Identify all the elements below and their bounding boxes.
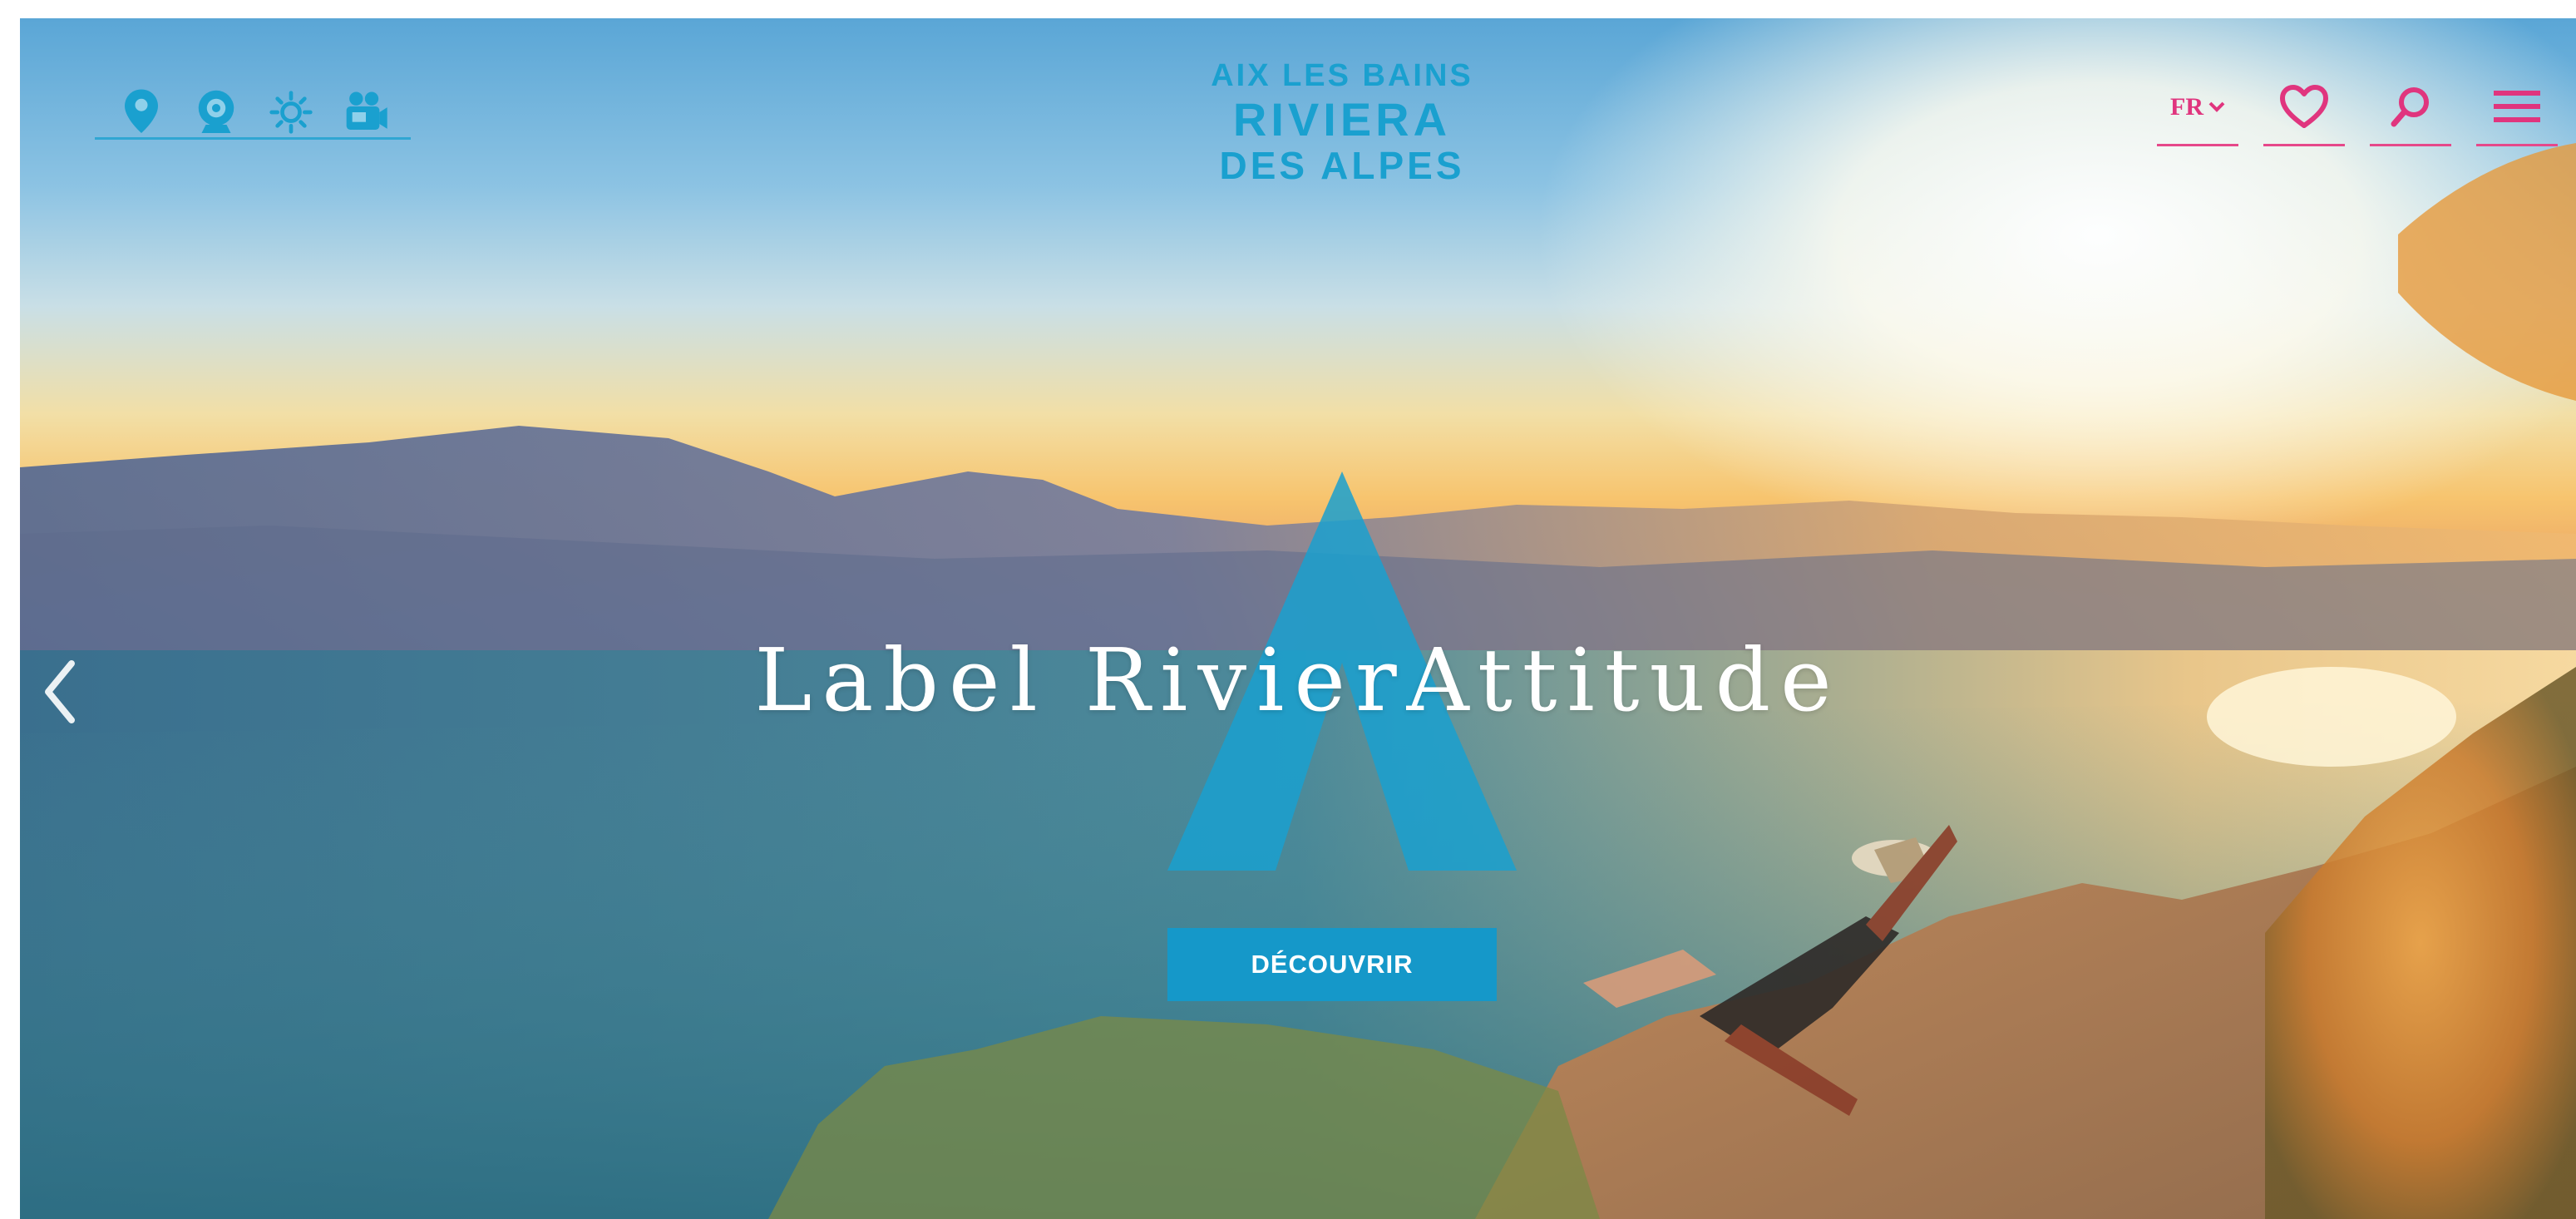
hero-title: Label RivierAttitude bbox=[754, 629, 1842, 731]
language-selector[interactable]: FR bbox=[2157, 76, 2238, 146]
favorites-button[interactable] bbox=[2263, 76, 2345, 146]
video-camera-icon[interactable] bbox=[343, 86, 389, 139]
discover-button[interactable]: DÉCOUVRIR bbox=[1167, 928, 1497, 1001]
menu-button[interactable] bbox=[2476, 76, 2558, 146]
heart-icon bbox=[2280, 84, 2328, 128]
logo-line-2: RIVIERA bbox=[1232, 93, 1452, 146]
sun-icon[interactable] bbox=[268, 86, 314, 139]
hero-section: AIX LES BAINS RIVIERA DES ALPES FR Label… bbox=[20, 18, 2576, 1219]
header-actions: FR bbox=[2157, 76, 2558, 146]
chevron-down-icon bbox=[2208, 101, 2225, 112]
utility-icon-bar bbox=[95, 67, 411, 158]
logo-line-3: DES ALPES bbox=[1219, 144, 1465, 187]
search-icon bbox=[2391, 86, 2429, 126]
webcam-icon[interactable] bbox=[193, 86, 239, 139]
search-button[interactable] bbox=[2370, 76, 2451, 146]
language-label: FR bbox=[2170, 92, 2203, 121]
site-logo[interactable]: AIX LES BAINS RIVIERA DES ALPES bbox=[1201, 60, 1483, 185]
logo-line-1: AIX LES BAINS bbox=[1211, 58, 1473, 93]
menu-icon bbox=[2494, 90, 2540, 122]
map-pin-icon[interactable] bbox=[118, 86, 165, 139]
